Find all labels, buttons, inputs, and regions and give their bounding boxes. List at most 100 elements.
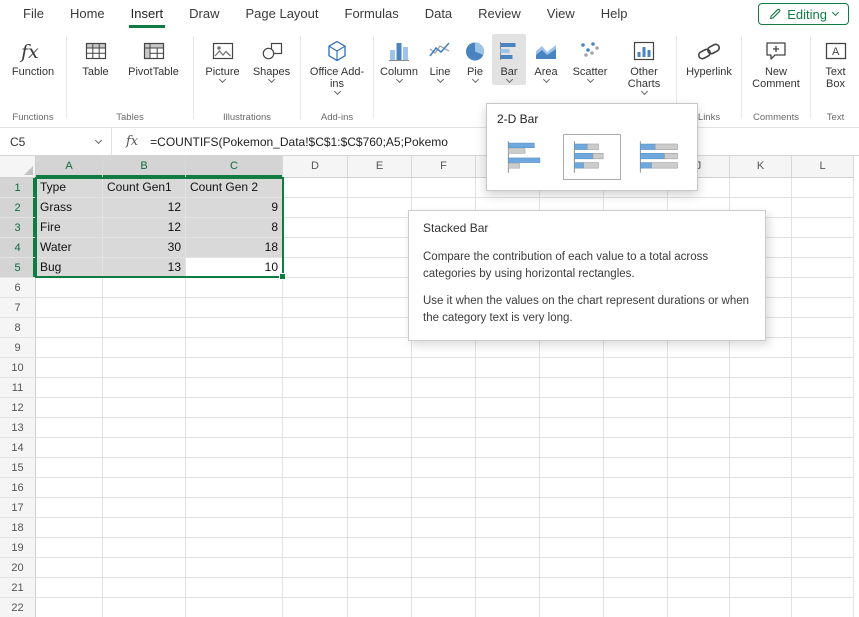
cell-A6[interactable] <box>36 278 103 298</box>
cell-D5[interactable] <box>283 258 348 278</box>
cell-H18[interactable] <box>540 518 604 538</box>
cell-K17[interactable] <box>730 498 792 518</box>
cell-G13[interactable] <box>476 418 540 438</box>
cell-A21[interactable] <box>36 578 103 598</box>
cell-D17[interactable] <box>283 498 348 518</box>
cell-J9[interactable] <box>668 338 730 358</box>
cell-B5[interactable]: 13 <box>103 258 186 278</box>
cell-D18[interactable] <box>283 518 348 538</box>
cell-B19[interactable] <box>103 538 186 558</box>
cell-E21[interactable] <box>348 578 412 598</box>
cell-B14[interactable] <box>103 438 186 458</box>
cell-K14[interactable] <box>730 438 792 458</box>
cell-A17[interactable] <box>36 498 103 518</box>
cell-K12[interactable] <box>730 398 792 418</box>
cell-E14[interactable] <box>348 438 412 458</box>
cell-A16[interactable] <box>36 478 103 498</box>
cell-E4[interactable] <box>348 238 412 258</box>
cell-K10[interactable] <box>730 358 792 378</box>
cell-L17[interactable] <box>792 498 854 518</box>
cell-F10[interactable] <box>412 358 476 378</box>
cell-C13[interactable] <box>186 418 283 438</box>
cell-H14[interactable] <box>540 438 604 458</box>
cell-B8[interactable] <box>103 318 186 338</box>
column-chart-button[interactable]: Column <box>377 34 421 85</box>
cell-H15[interactable] <box>540 458 604 478</box>
row-header-9[interactable]: 9 <box>0 338 36 358</box>
cell-C5[interactable]: 10 <box>186 258 283 278</box>
column-header-K[interactable]: K <box>730 156 792 178</box>
cell-C20[interactable] <box>186 558 283 578</box>
cell-L1[interactable] <box>792 178 854 198</box>
menu-tab-draw[interactable]: Draw <box>176 0 232 28</box>
cell-L7[interactable] <box>792 298 854 318</box>
cell-E15[interactable] <box>348 458 412 478</box>
cell-F19[interactable] <box>412 538 476 558</box>
cell-C1[interactable]: Count Gen 2 <box>186 178 283 198</box>
cell-I14[interactable] <box>604 438 668 458</box>
cell-A12[interactable] <box>36 398 103 418</box>
cell-F1[interactable] <box>412 178 476 198</box>
cell-L5[interactable] <box>792 258 854 278</box>
cell-G18[interactable] <box>476 518 540 538</box>
cell-D16[interactable] <box>283 478 348 498</box>
cell-C10[interactable] <box>186 358 283 378</box>
menu-tab-insert[interactable]: Insert <box>118 0 177 28</box>
row-header-1[interactable]: 1 <box>0 178 36 198</box>
row-header-10[interactable]: 10 <box>0 358 36 378</box>
cell-B3[interactable]: 12 <box>103 218 186 238</box>
cell-B2[interactable]: 12 <box>103 198 186 218</box>
cell-D14[interactable] <box>283 438 348 458</box>
cell-J20[interactable] <box>668 558 730 578</box>
cell-E13[interactable] <box>348 418 412 438</box>
cell-L22[interactable] <box>792 598 854 617</box>
cell-L18[interactable] <box>792 518 854 538</box>
cell-B6[interactable] <box>103 278 186 298</box>
cell-K9[interactable] <box>730 338 792 358</box>
cell-D3[interactable] <box>283 218 348 238</box>
column-header-C[interactable]: C <box>186 156 283 178</box>
cell-L4[interactable] <box>792 238 854 258</box>
cell-B11[interactable] <box>103 378 186 398</box>
cell-E8[interactable] <box>348 318 412 338</box>
cell-E9[interactable] <box>348 338 412 358</box>
cell-J11[interactable] <box>668 378 730 398</box>
row-header-11[interactable]: 11 <box>0 378 36 398</box>
cell-L21[interactable] <box>792 578 854 598</box>
cell-K19[interactable] <box>730 538 792 558</box>
cell-E22[interactable] <box>348 598 412 617</box>
cell-G15[interactable] <box>476 458 540 478</box>
clustered-bar-option[interactable] <box>497 134 555 180</box>
cell-G20[interactable] <box>476 558 540 578</box>
cell-C22[interactable] <box>186 598 283 617</box>
cell-I12[interactable] <box>604 398 668 418</box>
formula-input[interactable]: =COUNTIFS(Pokemon_Data!$C$1:$C$760;A5;Po… <box>150 135 448 149</box>
row-header-7[interactable]: 7 <box>0 298 36 318</box>
cell-B21[interactable] <box>103 578 186 598</box>
column-header-L[interactable]: L <box>792 156 854 178</box>
cell-C18[interactable] <box>186 518 283 538</box>
cell-G17[interactable] <box>476 498 540 518</box>
row-header-4[interactable]: 4 <box>0 238 36 258</box>
cell-L13[interactable] <box>792 418 854 438</box>
cell-J17[interactable] <box>668 498 730 518</box>
cell-G21[interactable] <box>476 578 540 598</box>
hyperlink-button[interactable]: Hyperlink <box>680 34 738 81</box>
cell-I15[interactable] <box>604 458 668 478</box>
row-header-5[interactable]: 5 <box>0 258 36 278</box>
cell-F11[interactable] <box>412 378 476 398</box>
cell-D19[interactable] <box>283 538 348 558</box>
cell-H11[interactable] <box>540 378 604 398</box>
cell-D21[interactable] <box>283 578 348 598</box>
cell-D4[interactable] <box>283 238 348 258</box>
cell-F16[interactable] <box>412 478 476 498</box>
cell-I18[interactable] <box>604 518 668 538</box>
menu-tab-home[interactable]: Home <box>57 0 118 28</box>
cell-H20[interactable] <box>540 558 604 578</box>
cell-C19[interactable] <box>186 538 283 558</box>
cell-K1[interactable] <box>730 178 792 198</box>
cell-J22[interactable] <box>668 598 730 617</box>
cell-J10[interactable] <box>668 358 730 378</box>
cell-F22[interactable] <box>412 598 476 617</box>
scatter-chart-button[interactable]: Scatter <box>566 34 614 85</box>
